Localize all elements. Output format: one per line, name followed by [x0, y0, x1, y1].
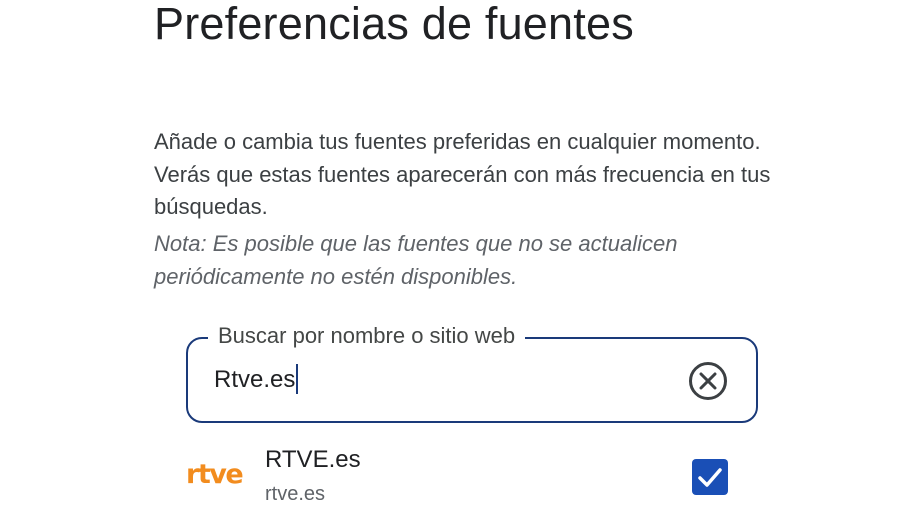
- search-input[interactable]: Rtve.es: [214, 364, 299, 396]
- source-domain: rtve.es: [265, 483, 326, 505]
- source-selected-checkbox[interactable]: [692, 459, 728, 495]
- clear-search-button[interactable]: [688, 361, 728, 401]
- page-title: Preferencias de fuentes: [154, 0, 634, 49]
- search-field-label: Buscar por nombre o sitio web: [208, 321, 526, 351]
- source-result-row[interactable]: rtve RTVE.es rtve.es: [0, 440, 900, 507]
- availability-note: Nota: Es posible que las fuentes que no …: [154, 231, 678, 289]
- search-input-value: Rtve.es: [214, 366, 296, 393]
- source-preferences-page: Preferencias de fuentes Añade o cambia t…: [0, 0, 900, 507]
- text-cursor: [296, 364, 299, 394]
- clear-circle-icon: [689, 362, 727, 400]
- checkmark-icon: [698, 468, 722, 487]
- svg-text:rtve: rtve: [186, 459, 242, 490]
- page-description: Añade o cambia tus fuentes preferidas en…: [154, 129, 771, 219]
- rtve-logo: rtve: [186, 456, 246, 492]
- search-field[interactable]: Buscar por nombre o sitio web Rtve.es: [186, 321, 758, 423]
- source-name: RTVE.es: [265, 446, 361, 473]
